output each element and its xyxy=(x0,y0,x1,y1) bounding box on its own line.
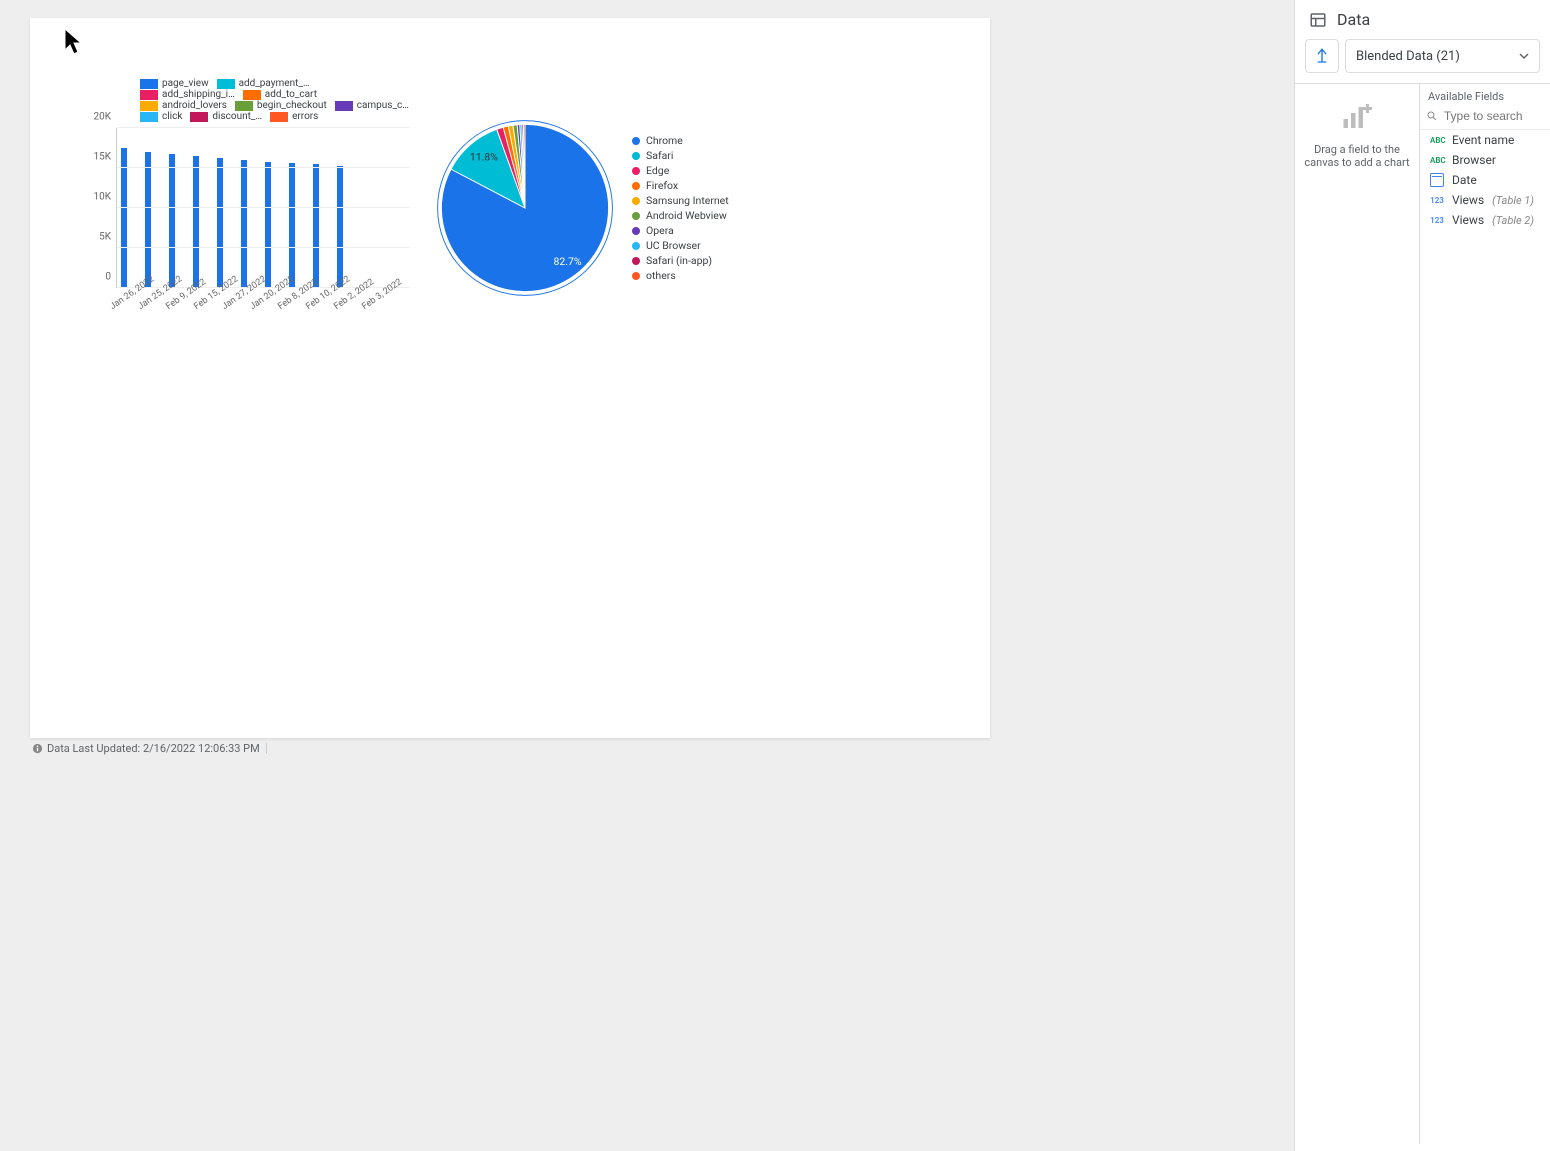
bar-chart[interactable]: page_view add_payment_…add_shipping_i… add… xyxy=(60,78,410,328)
bar xyxy=(337,166,343,288)
bar xyxy=(169,154,175,288)
bar xyxy=(289,163,295,288)
fields-search[interactable] xyxy=(1420,107,1550,130)
legend-item: campus_c… xyxy=(335,100,409,111)
svg-text:11.8%: 11.8% xyxy=(470,151,498,164)
pie-chart-plot: 82.7% 11.8% xyxy=(430,113,620,303)
legend-item: page_view xyxy=(140,78,209,89)
status-bar: Data Last Updated: 2/16/2022 12:06:33 PM xyxy=(30,738,990,759)
legend-item: errors xyxy=(270,111,318,122)
bar xyxy=(217,158,223,288)
legend-item: android_lovers xyxy=(140,100,227,111)
pie-chart[interactable]: 82.7% 11.8% Chrome Safari Edge Firefox Samsun… xyxy=(430,98,790,318)
legend-item: add_shipping_i… xyxy=(140,89,235,100)
legend-item: discount_… xyxy=(190,111,262,122)
legend-item: Safari xyxy=(632,149,729,162)
bar xyxy=(265,162,271,288)
legend-item: UC Browser xyxy=(632,239,729,252)
chart-drop-zone[interactable]: Drag a field to the canvas to add a char… xyxy=(1295,84,1420,1144)
legend-item: others xyxy=(632,269,729,282)
field-item[interactable]: Date xyxy=(1420,170,1550,190)
canvas-area[interactable]: page_view add_payment_…add_shipping_i… add… xyxy=(0,0,1020,1151)
report-canvas[interactable]: page_view add_payment_…add_shipping_i… add… xyxy=(30,18,990,738)
legend-item: Opera xyxy=(632,224,729,237)
fields-search-input[interactable] xyxy=(1444,109,1544,123)
bar xyxy=(121,148,127,288)
bar-chart-legend: page_view add_payment_…add_shipping_i… add… xyxy=(60,78,410,122)
data-panel: Data Blended Data (21) Drag a field to t… xyxy=(1294,0,1550,1151)
status-text: Data Last Updated: 2/16/2022 12:06:33 PM xyxy=(47,742,260,755)
field-item[interactable]: ABCBrowser xyxy=(1420,150,1550,170)
data-panel-title: Data xyxy=(1337,10,1370,29)
bar xyxy=(193,156,199,288)
bar-chart-plot: 05K10K15K20K xyxy=(116,128,410,288)
legend-item: Edge xyxy=(632,164,729,177)
bar-chart-xaxis: Jan 26, 2022Jan 25, 2022Feb 9, 2022Feb 1… xyxy=(110,290,410,300)
field-item[interactable]: 123Views(Table 2) xyxy=(1420,210,1550,230)
legend-item: click xyxy=(140,111,182,122)
blend-icon xyxy=(1313,47,1331,65)
legend-item: Samsung Internet xyxy=(632,194,729,207)
bar xyxy=(313,164,319,288)
pie-chart-legend: Chrome Safari Edge Firefox Samsung Internet A… xyxy=(632,132,729,284)
fields-list: Available Fields ABCEvent nameABCBrowser… xyxy=(1420,84,1550,1144)
data-source-select[interactable]: Blended Data (21) xyxy=(1345,39,1540,73)
cursor-icon xyxy=(64,28,84,58)
data-source-label: Blended Data (21) xyxy=(1356,49,1460,64)
field-item[interactable]: ABCEvent name xyxy=(1420,130,1550,150)
fields-header: Available Fields xyxy=(1420,84,1550,107)
add-chart-icon xyxy=(1339,98,1375,134)
search-icon xyxy=(1426,109,1438,123)
legend-item: Android Webview xyxy=(632,209,729,222)
field-item[interactable]: 123Views(Table 1) xyxy=(1420,190,1550,210)
bar xyxy=(241,160,247,288)
legend-item: begin_checkout xyxy=(235,100,327,111)
legend-item: add_to_cart xyxy=(243,89,317,100)
legend-item: Safari (in-app) xyxy=(632,254,729,267)
info-icon xyxy=(32,743,43,754)
chevron-down-icon xyxy=(1519,51,1529,61)
blend-data-button[interactable] xyxy=(1305,39,1339,73)
legend-item: add_payment_… xyxy=(217,78,310,89)
calendar-icon xyxy=(1430,173,1444,187)
data-panel-header: Data xyxy=(1295,0,1550,39)
legend-item: Firefox xyxy=(632,179,729,192)
data-panel-icon xyxy=(1309,11,1327,29)
legend-item: Chrome xyxy=(632,134,729,147)
svg-text:82.7%: 82.7% xyxy=(554,255,582,268)
drop-hint-text: Drag a field to the canvas to add a char… xyxy=(1295,143,1419,169)
bar xyxy=(145,152,151,288)
